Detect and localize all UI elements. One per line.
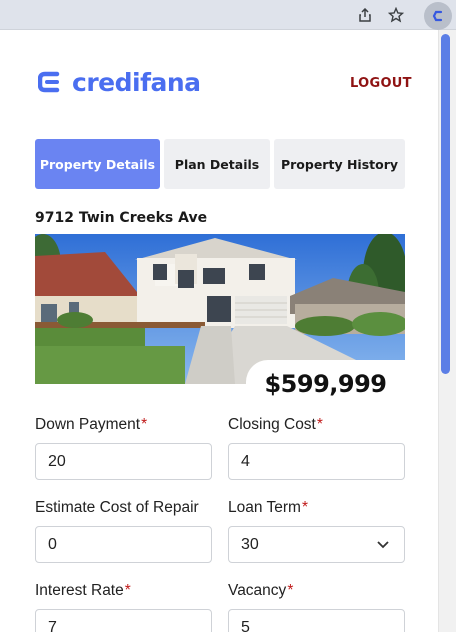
extension-icon[interactable] — [424, 2, 452, 30]
property-price: $599,999 — [264, 370, 387, 398]
property-address: 9712 Twin Creeks Ave — [35, 210, 208, 226]
logo-mark-icon — [38, 71, 60, 93]
vacancy-label-text: Vacancy — [228, 582, 287, 599]
tab-bar: Property Details Plan Details Property H… — [35, 139, 405, 189]
closing-cost-value: 4 — [241, 452, 250, 470]
down-payment-input[interactable]: 20 — [35, 443, 212, 480]
down-payment-label-text: Down Payment — [35, 416, 141, 433]
credifana-logo[interactable]: credifana — [38, 66, 201, 98]
chevron-down-icon — [377, 541, 389, 549]
repair-cost-label-text: Estimate Cost of Repair — [35, 499, 199, 516]
tab-property-history[interactable]: Property History — [274, 139, 405, 189]
down-payment-value: 20 — [48, 452, 66, 470]
repair-cost-value: 0 — [48, 535, 57, 553]
required-marker: * — [316, 416, 323, 433]
repair-cost-input[interactable]: 0 — [35, 526, 212, 563]
required-marker: * — [124, 582, 131, 599]
tab-property-details[interactable]: Property Details — [35, 139, 160, 189]
interest-rate-label: Interest Rate* — [35, 582, 131, 600]
required-marker: * — [141, 416, 148, 433]
vacancy-input[interactable]: 5 — [228, 609, 405, 632]
closing-cost-label-text: Closing Cost — [228, 416, 316, 433]
required-marker: * — [287, 582, 294, 599]
closing-cost-input[interactable]: 4 — [228, 443, 405, 480]
page-content: credifana LOGOUT Property Details Plan D… — [0, 30, 438, 632]
interest-rate-input[interactable]: 7 — [35, 609, 212, 632]
share-icon[interactable] — [356, 6, 374, 24]
loan-term-select[interactable]: 30 — [228, 526, 405, 563]
loan-term-value: 30 — [241, 535, 259, 553]
repair-cost-label: Estimate Cost of Repair — [35, 499, 199, 517]
logout-button[interactable]: LOGOUT — [350, 76, 412, 91]
scrollbar-thumb[interactable] — [441, 34, 450, 374]
logo-text: credifana — [72, 67, 201, 97]
tab-plan-details[interactable]: Plan Details — [164, 139, 270, 189]
star-icon[interactable] — [387, 6, 405, 24]
required-marker: * — [301, 499, 308, 516]
interest-rate-label-text: Interest Rate — [35, 582, 124, 599]
loan-term-label: Loan Term* — [228, 499, 308, 517]
down-payment-label: Down Payment* — [35, 416, 147, 434]
loan-term-label-text: Loan Term — [228, 499, 301, 516]
interest-rate-value: 7 — [48, 618, 57, 632]
closing-cost-label: Closing Cost* — [228, 416, 323, 434]
vacancy-label: Vacancy* — [228, 582, 293, 600]
price-badge: $599,999 — [246, 360, 405, 408]
vacancy-value: 5 — [241, 618, 250, 632]
browser-toolbar — [0, 0, 456, 30]
